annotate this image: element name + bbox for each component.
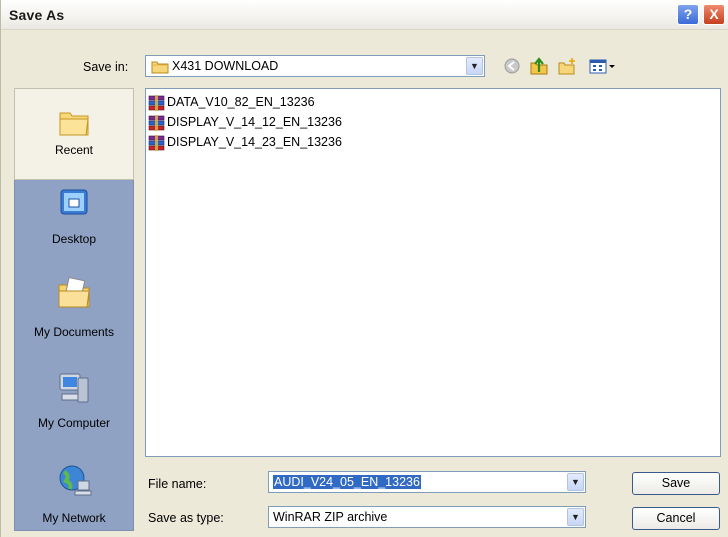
new-folder-icon[interactable] bbox=[557, 57, 577, 75]
close-button[interactable]: X bbox=[703, 4, 725, 25]
folder-icon bbox=[151, 61, 169, 74]
places-item-label: My Network bbox=[42, 511, 106, 525]
places-item-my-documents[interactable]: My Documents bbox=[14, 276, 134, 346]
places-item-label: My Documents bbox=[33, 325, 115, 339]
winrar-archive-icon bbox=[148, 135, 165, 151]
title-bar[interactable]: Save As ? X bbox=[1, 0, 728, 30]
views-menu-icon[interactable] bbox=[587, 57, 623, 75]
places-item-my-network[interactable]: My Network bbox=[14, 463, 134, 531]
file-name-label: File name: bbox=[148, 477, 207, 491]
places-item-label: My Computer bbox=[37, 416, 111, 430]
back-icon[interactable] bbox=[502, 57, 522, 75]
chevron-down-icon[interactable]: ▼ bbox=[567, 508, 584, 526]
cancel-button[interactable]: Cancel bbox=[632, 507, 720, 530]
file-name: DISPLAY_V_14_23_EN_13236 bbox=[167, 135, 342, 149]
save-type-value: WinRAR ZIP archive bbox=[273, 510, 388, 524]
winrar-archive-icon bbox=[148, 115, 165, 131]
chevron-down-icon[interactable]: ▼ bbox=[567, 473, 584, 491]
help-button[interactable]: ? bbox=[677, 4, 699, 25]
places-item-my-computer[interactable]: My Computer bbox=[14, 370, 134, 440]
save-in-label: Save in: bbox=[83, 60, 129, 74]
save-type-label: Save as type: bbox=[148, 511, 224, 525]
my-network-icon bbox=[59, 465, 92, 496]
dialog-title: Save As bbox=[9, 7, 65, 23]
chevron-down-icon[interactable]: ▼ bbox=[466, 57, 483, 75]
recent-folder-icon bbox=[59, 112, 89, 136]
save-in-dropdown[interactable]: X431 DOWNLOAD ▼ bbox=[145, 55, 485, 77]
file-name: DATA_V10_82_EN_13236 bbox=[167, 95, 315, 109]
file-name-value: AUDI_V24_05_EN_13236 bbox=[273, 475, 421, 489]
desktop-icon bbox=[60, 189, 88, 215]
my-computer-icon bbox=[59, 373, 89, 403]
file-list[interactable]: DATA_V10_82_EN_13236 DISPLAY_V_14_12_EN_… bbox=[145, 88, 721, 457]
save-as-dialog: Save As ? X Save in: X431 DOWNLOAD ▼ Rec… bbox=[0, 0, 728, 537]
save-type-dropdown[interactable]: WinRAR ZIP archive ▼ bbox=[268, 506, 586, 528]
places-item-label: Recent bbox=[54, 143, 94, 157]
up-folder-icon[interactable] bbox=[529, 57, 549, 75]
places-item-label: Desktop bbox=[51, 232, 97, 246]
file-name-input[interactable]: AUDI_V24_05_EN_13236 ▼ bbox=[268, 471, 586, 493]
places-item-recent[interactable]: Recent bbox=[14, 88, 134, 180]
winrar-archive-icon bbox=[148, 95, 165, 111]
save-button[interactable]: Save bbox=[632, 472, 720, 495]
places-item-desktop[interactable]: Desktop bbox=[14, 186, 134, 256]
my-documents-icon bbox=[58, 276, 90, 308]
file-name: DISPLAY_V_14_12_EN_13236 bbox=[167, 115, 342, 129]
save-in-value: X431 DOWNLOAD bbox=[172, 59, 279, 73]
